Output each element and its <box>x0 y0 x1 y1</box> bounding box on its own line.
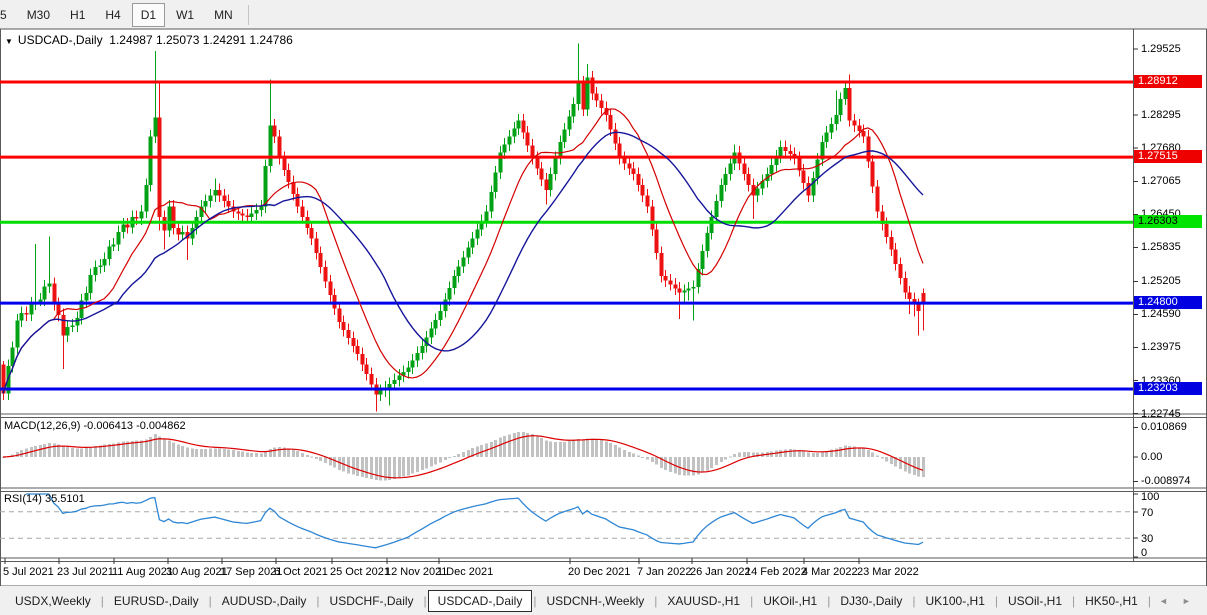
timeframe-button-h4[interactable]: H4 <box>96 3 129 27</box>
tab-item-usdcnh-weekly[interactable]: USDCNH-,Weekly <box>537 591 653 611</box>
tab-item-uk100-h1[interactable]: UK100-,H1 <box>917 591 994 611</box>
tab-item-usdchf-daily[interactable]: USDCHF-,Daily <box>321 591 423 611</box>
timeframe-button-h1[interactable]: H1 <box>61 3 94 27</box>
tab-scroll-left-icon[interactable]: ◄ <box>1152 596 1175 606</box>
chart-plot-area[interactable] <box>0 58 1133 443</box>
tab-item-usdx-weekly[interactable]: USDX,Weekly <box>6 591 100 611</box>
timeframe-button-5[interactable]: 5 <box>0 3 16 27</box>
tab-item-audusd-daily[interactable]: AUDUSD-,Daily <box>213 591 316 611</box>
tab-item-usdcad-daily[interactable]: USDCAD-,Daily <box>428 590 533 612</box>
tab-item-hk50-h1[interactable]: HK50-,H1 <box>1076 591 1147 611</box>
timeframe-button-d1[interactable]: D1 <box>132 3 165 27</box>
tab-item-xauusd-h1[interactable]: XAUUSD-,H1 <box>658 591 749 611</box>
symbol-tab-bar: USDX,Weekly|EURUSD-,Daily|AUDUSD-,Daily|… <box>0 586 1207 615</box>
timeframe-button-w1[interactable]: W1 <box>167 3 203 27</box>
tab-item-ukoil-h1[interactable]: UKOil-,H1 <box>754 591 826 611</box>
tab-item-dj30-daily[interactable]: DJ30-,Daily <box>831 591 911 611</box>
timeframe-button-m30[interactable]: M30 <box>18 3 59 27</box>
tab-item-usoil-h1[interactable]: USOil-,H1 <box>999 591 1071 611</box>
tab-scroll-right-icon[interactable]: ► <box>1175 596 1198 606</box>
chart-window <box>0 29 1207 586</box>
timeframe-button-mn[interactable]: MN <box>205 3 242 27</box>
price-axis[interactable] <box>1133 58 1207 590</box>
timeframe-toolbar: 5M30H1H4D1W1MN <box>0 0 1207 29</box>
tab-item-eurusd-daily[interactable]: EURUSD-,Daily <box>105 591 208 611</box>
toolbar-separator <box>248 5 249 25</box>
